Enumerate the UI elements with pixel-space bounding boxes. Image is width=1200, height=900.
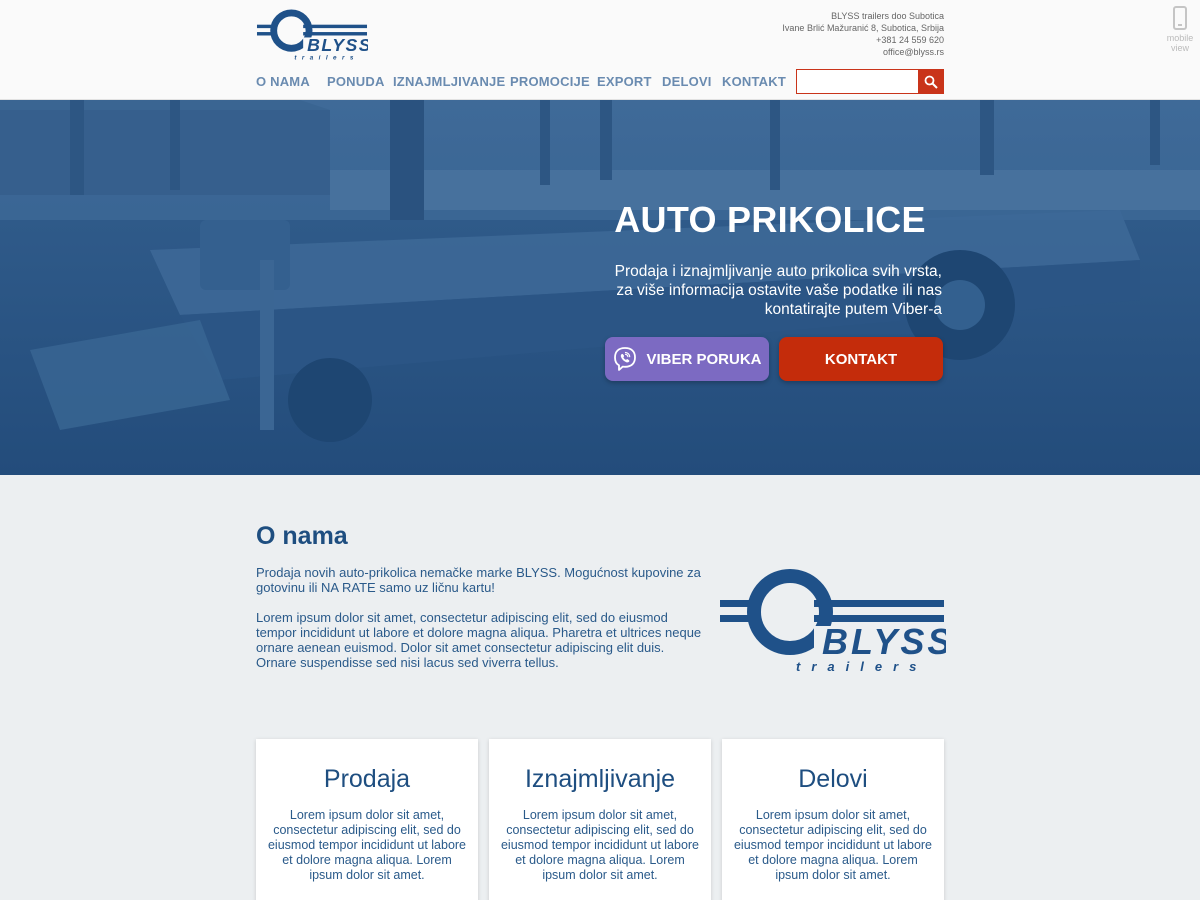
- site-header: BLYSS trailers BLYSS trailers doo Suboti…: [0, 0, 1200, 100]
- nav-item-o-nama[interactable]: O NAMA: [256, 74, 310, 89]
- about-paragraph-2: Lorem ipsum dolor sit amet, consectetur …: [256, 610, 702, 670]
- service-card-text: Lorem ipsum dolor sit amet, consectetur …: [267, 808, 467, 882]
- viber-message-button[interactable]: VIBER PORUKA: [605, 337, 769, 381]
- viber-icon: [614, 347, 637, 371]
- logo-text: BLYSS: [307, 35, 368, 55]
- contact-button[interactable]: KONTAKT: [779, 337, 943, 381]
- company-email[interactable]: office@blyss.rs: [782, 46, 944, 58]
- nav-item-iznajmljivanje[interactable]: IZNAJMLJIVANJE: [393, 74, 505, 89]
- company-phone[interactable]: +381 24 559 620: [782, 34, 944, 46]
- viber-button-label: VIBER PORUKA: [646, 350, 762, 368]
- nav-item-promocije[interactable]: PROMOCIJE: [510, 74, 590, 89]
- service-card-title: Iznajmljivanje: [524, 765, 676, 793]
- blyss-logo[interactable]: BLYSS trailers: [256, 8, 368, 62]
- service-card-title: Prodaja: [323, 765, 411, 793]
- contact-info: BLYSS trailers doo Subotica Ivane Brlić …: [782, 10, 944, 58]
- service-card-prodaja[interactable]: Prodaja Lorem ipsum dolor sit amet, cons…: [256, 739, 478, 900]
- hero-banner: AUTO PRIKOLICE Prodaja i iznajmljivanje …: [0, 100, 1200, 475]
- hero-description-line3: kontatirajte putem Viber-a: [764, 301, 942, 318]
- contact-button-label: KONTAKT: [824, 350, 898, 368]
- logo-large-text: BLYSS: [822, 621, 946, 662]
- phone-icon: [1173, 6, 1187, 30]
- about-paragraph-1: Prodaja novih auto-prikolica nemačke mar…: [256, 565, 701, 595]
- mobile-view-label-line2: view: [1170, 43, 1189, 53]
- logo-large-tagline: trailers: [796, 659, 927, 674]
- service-card-text: Lorem ipsum dolor sit amet, consectetur …: [500, 808, 700, 882]
- mobile-view-label-line1: mobile: [1166, 33, 1194, 43]
- hero-title: AUTO PRIKOLICE: [614, 199, 926, 240]
- hero-description-line1: Prodaja i iznajmljivanje auto prikolica …: [614, 263, 942, 280]
- nav-item-export[interactable]: EXPORT: [597, 74, 652, 89]
- search-box: [796, 69, 944, 94]
- about-title: O nama: [256, 522, 348, 550]
- nav-item-ponuda[interactable]: PONUDA: [327, 74, 385, 89]
- hero-description-line2: za više informacija ostavite vaše podatk…: [616, 282, 942, 299]
- service-card-text: Lorem ipsum dolor sit amet, consectetur …: [733, 808, 933, 882]
- search-icon: [924, 75, 938, 89]
- logo-tagline: trailers: [294, 55, 359, 62]
- mobile-view-toggle[interactable]: mobile view: [1162, 6, 1198, 53]
- service-card-title: Delovi: [798, 765, 868, 793]
- hero-description: Prodaja i iznajmljivanje auto prikolica …: [600, 262, 942, 319]
- nav-item-delovi[interactable]: DELOVI: [662, 74, 712, 89]
- search-button[interactable]: [918, 70, 943, 93]
- blyss-logo-large: BLYSS trailers: [720, 569, 946, 674]
- company-name: BLYSS trailers doo Subotica: [831, 11, 944, 21]
- search-input[interactable]: [797, 70, 918, 93]
- company-address: Ivane Brlić Mažuranić 8, Subotica, Srbij…: [782, 23, 944, 33]
- nav-item-kontakt[interactable]: KONTAKT: [722, 74, 786, 89]
- service-card-iznajmljivanje[interactable]: Iznajmljivanje Lorem ipsum dolor sit ame…: [489, 739, 711, 900]
- service-card-delovi[interactable]: Delovi Lorem ipsum dolor sit amet, conse…: [722, 739, 944, 900]
